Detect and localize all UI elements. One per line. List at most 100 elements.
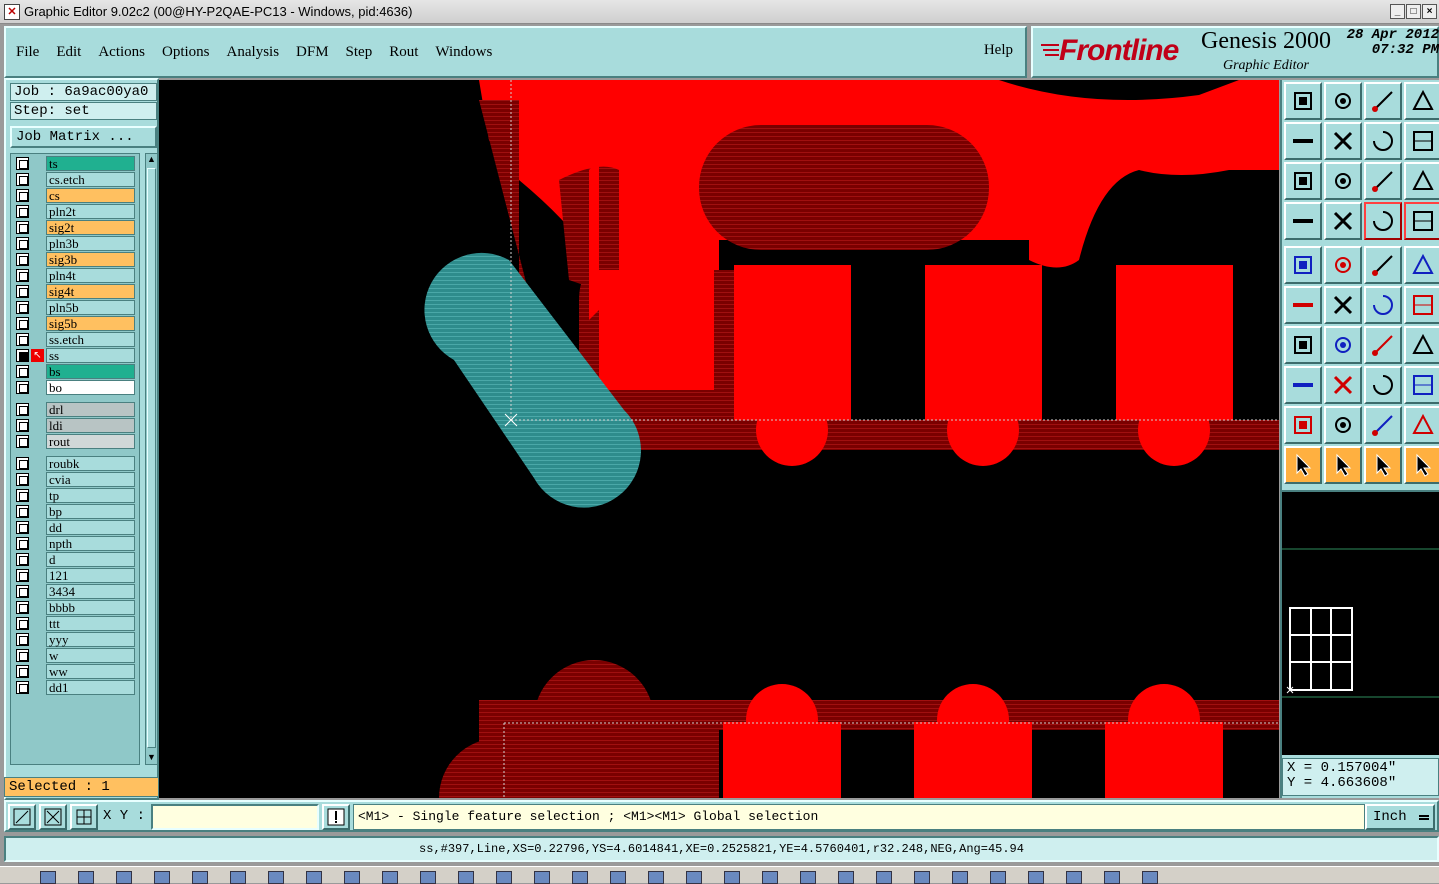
layer-row-pln4t[interactable]: pln4t [13,268,137,283]
taskbar-app-icon[interactable] [762,871,778,884]
pcb-view[interactable] [159,80,1279,798]
layer-name[interactable]: dd1 [46,680,135,695]
menu-step[interactable]: Step [346,44,373,61]
line-cut-button[interactable] [1324,366,1362,404]
layer-row-ts[interactable]: ts [13,156,137,171]
layer-name[interactable]: ts [46,156,135,171]
pan-left-button[interactable] [1284,122,1322,160]
layer-checkbox[interactable] [16,381,29,394]
taskbar-app-icon[interactable] [990,871,1006,884]
layer-name[interactable]: sig4t [46,284,135,299]
layer-row-w[interactable]: w [13,648,137,663]
layer-row-ss[interactable]: ss ↖ [13,348,137,363]
layer-name[interactable]: pln3b [46,236,135,251]
layer-name[interactable]: sig2t [46,220,135,235]
scroll-thumb[interactable] [147,168,156,748]
taskbar-app-icon[interactable] [724,871,740,884]
dimension-button[interactable] [1364,366,1402,404]
taskbar-app-icon[interactable] [192,871,208,884]
layer-checkbox[interactable] [16,301,29,314]
scroll-down-icon[interactable]: ▼ [146,752,157,764]
menu-actions[interactable]: Actions [98,44,145,61]
menu-windows[interactable]: Windows [435,44,492,61]
layer-row-tp[interactable]: tp [13,488,137,503]
menu-rout[interactable]: Rout [389,44,418,61]
taskbar-app-icon[interactable] [230,871,246,884]
layer-name[interactable]: ww [46,664,135,679]
move-button[interactable] [1364,286,1402,324]
layer-name[interactable]: pln2t [46,204,135,219]
select-pointer-button[interactable] [1284,446,1322,484]
layer-name[interactable]: cvia [46,472,135,487]
taskbar-app-icon[interactable] [382,871,398,884]
layer-name[interactable]: ss [46,348,135,363]
home-button[interactable] [1364,82,1402,120]
layer-row-bo[interactable]: bo [13,380,137,395]
layer-checkbox[interactable] [16,349,29,362]
layer-row-dd1[interactable]: dd1 [13,680,137,695]
layer-row-sig5b[interactable]: sig5b [13,316,137,331]
layer-row-pln3b[interactable]: pln3b [13,236,137,251]
taskbar-app-icon[interactable] [268,871,284,884]
units-select[interactable]: Inch [1365,804,1435,830]
layer-checkbox[interactable] [16,419,29,432]
select-ring-button[interactable] [1364,446,1402,484]
menu-help[interactable]: Help [984,42,1013,59]
line-draw-alt-button[interactable] [1324,326,1362,364]
layer-checkbox[interactable] [16,617,29,630]
layer-row-bs[interactable]: bs [13,364,137,379]
layer-row-yyy[interactable]: yyy [13,632,137,647]
menu-dfm[interactable]: DFM [296,44,329,61]
layer-name[interactable]: drl [46,402,135,417]
layer-checkbox[interactable] [16,681,29,694]
layer-control-alt-button[interactable] [1404,202,1439,240]
triangle-button[interactable] [1284,406,1322,444]
layer-name[interactable]: sig5b [46,316,135,331]
scroll-up-icon[interactable]: ▲ [146,154,157,166]
job-matrix-button[interactable]: Job Matrix ... [10,126,157,148]
layer-name[interactable]: bs [46,364,135,379]
layer-row-121[interactable]: 121 [13,568,137,583]
line-draw-button[interactable] [1284,326,1322,364]
xy-input[interactable] [151,804,319,830]
layer-name[interactable]: 3434 [46,584,135,599]
layer-row-sig4t[interactable]: sig4t [13,284,137,299]
triangle-blue-alt-button[interactable] [1404,406,1439,444]
layer-row-ss-etch[interactable]: ss.etch [13,332,137,347]
shape-button[interactable] [1404,366,1439,404]
measure-tools-button[interactable] [1284,202,1322,240]
taskbar-app-icon[interactable] [914,871,930,884]
taskbar-app-icon[interactable] [78,871,94,884]
maximize-button[interactable]: □ [1406,4,1421,19]
menu-file[interactable]: File [16,44,39,61]
measure-button[interactable] [39,804,67,830]
layer-row-ttt[interactable]: ttt [13,616,137,631]
taskbar-app-icon[interactable] [344,871,360,884]
layer-checkbox[interactable] [16,205,29,218]
layer-checkbox[interactable] [16,505,29,518]
taskbar-app-icon[interactable] [534,871,550,884]
layer-checkbox[interactable] [16,333,29,346]
layer-checkbox[interactable] [16,317,29,330]
undo-button[interactable] [1364,122,1402,160]
layer-row-drl[interactable]: drl [13,402,137,417]
layer-name[interactable]: bbbb [46,600,135,615]
layer-name[interactable]: bp [46,504,135,519]
layer-row-ww[interactable]: ww [13,664,137,679]
line-add-button[interactable] [1284,286,1322,324]
taskbar-app-icon[interactable] [876,871,892,884]
layer-name[interactable]: dd [46,520,135,535]
layer-checkbox[interactable] [16,553,29,566]
taskbar-app-icon[interactable] [1142,871,1158,884]
layer-row-pln2t[interactable]: pln2t [13,204,137,219]
layer-name[interactable]: d [46,552,135,567]
layer-checkbox[interactable] [16,253,29,266]
close-button[interactable]: × [1422,4,1437,19]
mirror-button[interactable] [1404,326,1439,364]
layer-checkbox[interactable] [16,457,29,470]
layer-checkbox[interactable] [16,633,29,646]
layer-name[interactable]: tp [46,488,135,503]
zoom-center-button[interactable] [1324,162,1362,200]
layer-checkbox[interactable] [16,569,29,582]
delete-x-button[interactable] [1324,286,1362,324]
